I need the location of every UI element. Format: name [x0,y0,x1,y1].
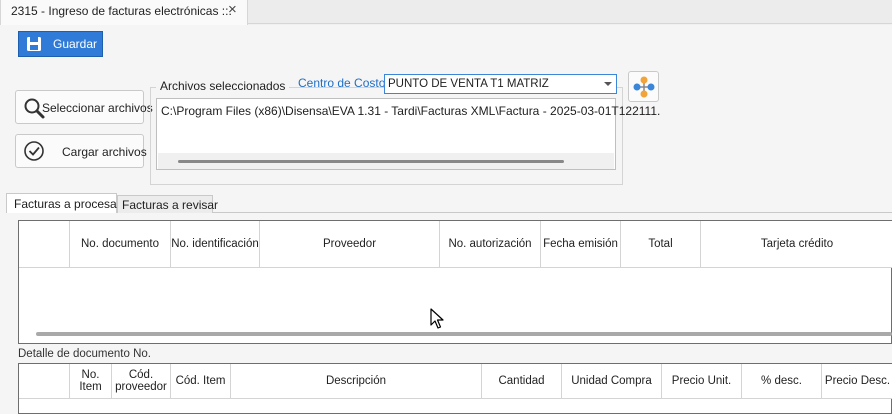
column-header-supplier[interactable]: Proveedor [260,221,440,268]
column-header-purchase-unit[interactable]: Unidad Compra [562,364,662,399]
column-header-identification-number[interactable]: No. identificación [171,221,260,268]
column-header-total[interactable]: Total [621,221,701,268]
select-files-label: Seleccionar archivos [42,101,153,115]
detail-grid[interactable]: No. Item Cód. proveedor Cód. Item Descri… [18,363,892,414]
column-header-selector [19,364,70,399]
column-header-document-number[interactable]: No. documento [70,221,171,268]
column-header-description[interactable]: Descripción [231,364,482,399]
select-files-button[interactable]: Seleccionar archivos [15,90,153,124]
column-header-unit-price[interactable]: Precio Unit. [662,364,742,399]
column-header-discounted-price[interactable]: Precio Desc. [822,364,892,399]
document-tab-title: 2315 - Ingreso de facturas electrónicas … [11,4,232,18]
tab-label: Facturas a procesar [14,197,121,211]
column-header-item-number[interactable]: No. Item [70,364,112,399]
document-tab[interactable]: 2315 - Ingreso de facturas electrónicas … [0,0,248,25]
check-circle-icon [24,141,44,161]
load-files-label: Cargar archivos [62,145,147,159]
chevron-down-icon[interactable] [604,82,612,86]
mouse-cursor-icon [430,308,444,329]
invoices-grid[interactable]: No. documento No. identificación Proveed… [18,220,892,344]
column-header-supplier-code[interactable]: Cód. proveedor [112,364,171,399]
save-button-label: Guardar [53,37,98,51]
column-header-selector [19,221,70,268]
load-files-button[interactable]: Cargar archivos [15,134,147,168]
scrollbar-thumb[interactable] [36,332,892,336]
horizontal-scrollbar[interactable] [158,153,614,169]
tab-invoices-to-process[interactable]: Facturas a procesar [6,193,121,213]
cost-center-value: PUNTO DE VENTA T1 MATRIZ [388,78,549,90]
org-structure-icon [633,76,655,98]
column-header-quantity[interactable]: Cantidad [482,364,562,399]
selected-files-list[interactable]: C:\Program Files (x86)\Disensa\EVA 1.31 … [156,98,660,170]
floppy-disk-icon [27,37,41,51]
org-structure-button[interactable] [628,71,659,102]
column-header-discount-percent[interactable]: % desc. [742,364,822,399]
list-item[interactable]: C:\Program Files (x86)\Disensa\EVA 1.31 … [161,104,660,118]
column-header-item-code[interactable]: Cód. Item [171,364,231,399]
detail-document-label: Detalle de documento No. [18,348,151,360]
column-header-authorization-number[interactable]: No. autorización [440,221,541,268]
tab-label: Facturas a revisar [122,198,219,212]
selected-files-title: Archivos seleccionados [156,79,290,93]
scrollbar-thumb[interactable] [178,160,564,163]
cost-center-label: Centro de Costo: [298,76,389,90]
close-tab-icon[interactable]: × [228,1,237,18]
tab-invoices-to-review[interactable]: Facturas a revisar [117,195,218,213]
column-header-credit-card[interactable]: Tarjeta crédito [701,221,892,268]
column-header-issue-date[interactable]: Fecha emisión [541,221,621,268]
save-button[interactable]: Guardar [18,31,103,57]
cost-center-dropdown[interactable]: PUNTO DE VENTA T1 MATRIZ [384,74,617,94]
